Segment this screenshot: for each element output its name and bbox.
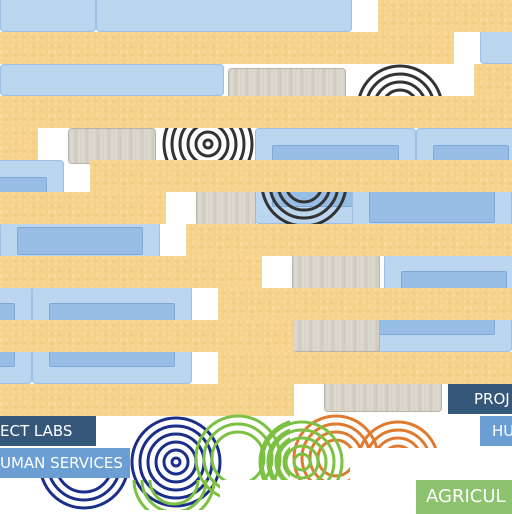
panel-tile [0, 0, 96, 32]
panel-inner [369, 191, 495, 223]
agriculture-bar[interactable]: AGRICUL [416, 480, 512, 514]
wood-tile [292, 318, 380, 352]
sand-strip [0, 128, 38, 160]
panel-tile [480, 30, 512, 64]
projects-label: PROJ [474, 390, 510, 408]
human-services-bar[interactable]: UMAN SERVICES [0, 448, 130, 478]
projects-bar[interactable]: PROJ [448, 384, 512, 414]
panel-inner [369, 319, 495, 335]
sand-strip [218, 352, 512, 384]
sand-strip [0, 384, 294, 416]
panel-tile [96, 0, 352, 32]
sand-strip [218, 288, 512, 320]
sand-strip [0, 192, 166, 224]
labs-label: ECT LABS [0, 422, 73, 440]
wood-tile [196, 190, 256, 226]
human-services-label: UMAN SERVICES [0, 454, 123, 472]
wood-tile [324, 380, 442, 412]
labs-bar[interactable]: ECT LABS [0, 416, 96, 446]
sand-strip [0, 320, 294, 352]
sand-strip [0, 32, 454, 64]
sand-strip [0, 96, 512, 128]
wood-tile [292, 254, 380, 292]
panel-tile[interactable] [0, 222, 160, 260]
sand-strip [378, 0, 512, 32]
gap-band [350, 448, 512, 480]
human-bar[interactable]: HU [480, 416, 512, 446]
sand-strip [474, 64, 512, 96]
panel-inner [17, 227, 143, 255]
agriculture-label: AGRICUL [426, 486, 506, 507]
sand-strip [0, 256, 262, 288]
maze-icon [260, 188, 348, 224]
panel-tile [0, 64, 224, 96]
sand-strip [186, 224, 512, 256]
sand-strip [90, 160, 512, 192]
wood-tile [68, 128, 156, 164]
human-label: HU [492, 422, 512, 440]
